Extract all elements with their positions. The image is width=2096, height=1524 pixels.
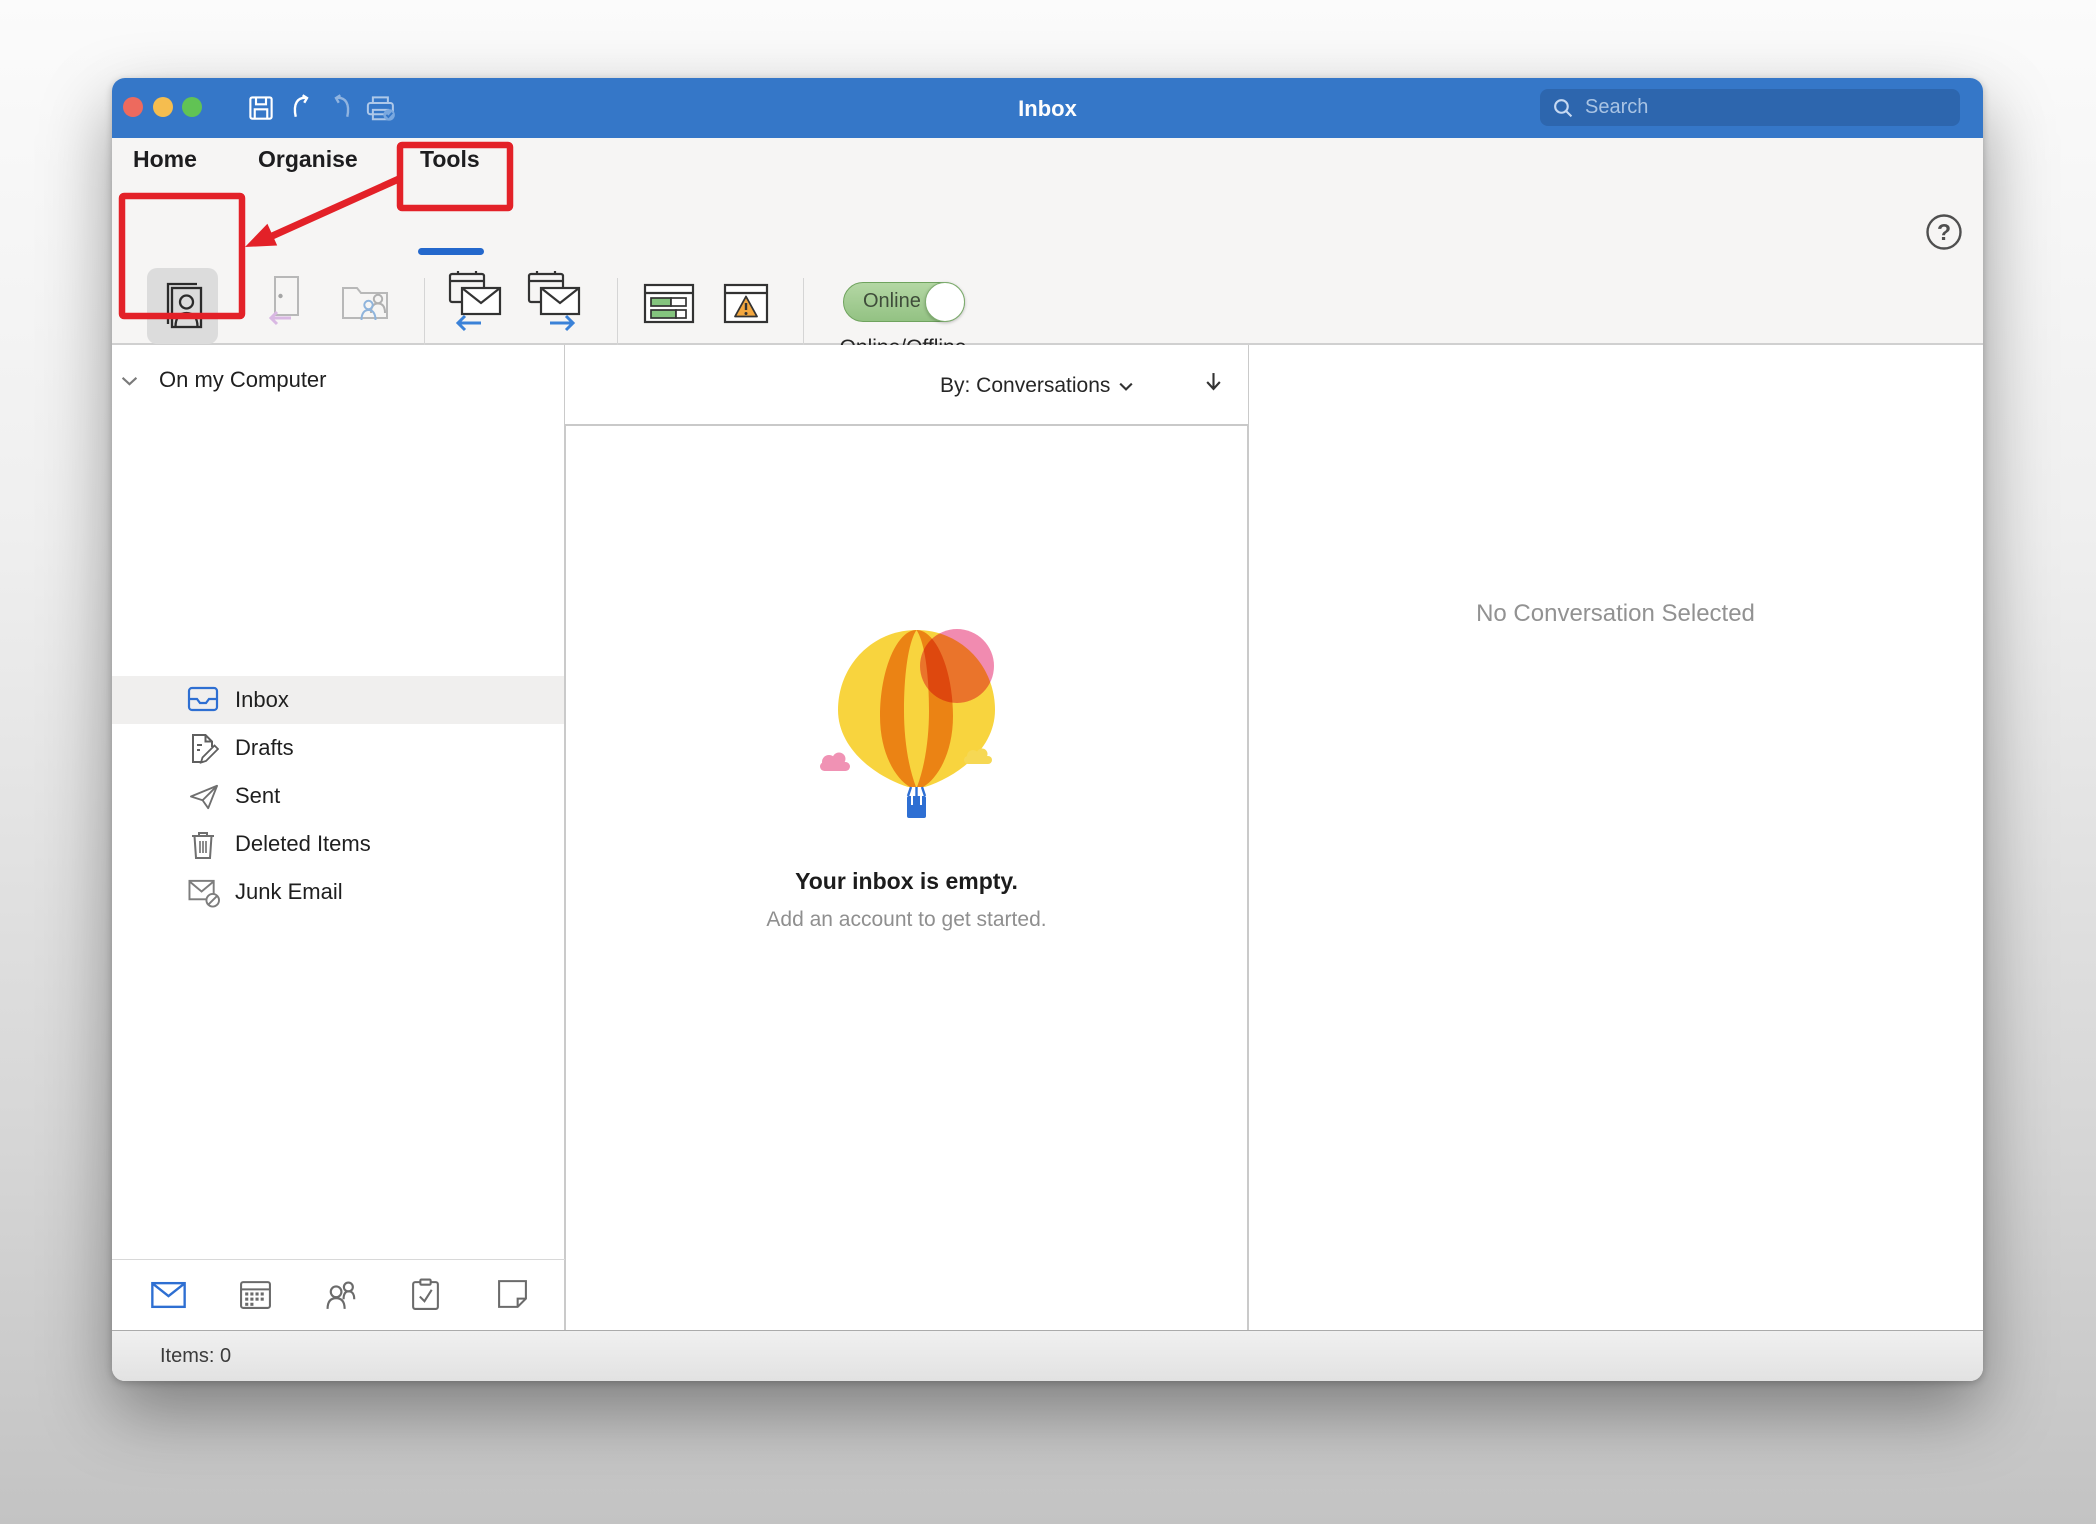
content-area: On my Computer Inbox Drafts Sent Deleted… <box>112 345 1983 1330</box>
sidebar-section-label: On my Computer <box>159 367 327 393</box>
tab-home[interactable]: Home <box>133 146 197 173</box>
sort-by-label: By: Conversations <box>940 374 1110 398</box>
sidebar-section-on-my-computer[interactable]: On my Computer <box>112 367 565 401</box>
sort-by-dropdown[interactable]: By: Conversations <box>940 374 1133 398</box>
sync-errors-icon[interactable] <box>723 283 769 325</box>
tasks-module-icon[interactable] <box>410 1278 441 1311</box>
accounts-icon <box>161 279 205 333</box>
empty-inbox-title: Your inbox is empty. <box>565 868 1248 895</box>
import-icon[interactable] <box>447 270 503 334</box>
titlebar: Inbox <box>112 78 1983 138</box>
search-icon <box>1552 97 1573 118</box>
drafts-icon <box>187 733 219 765</box>
sidebar-item-drafts[interactable]: Drafts <box>112 724 564 772</box>
toggle-knob[interactable] <box>925 282 965 322</box>
sidebar-item-label: Inbox <box>235 687 289 713</box>
mail-module-icon[interactable] <box>150 1281 187 1309</box>
pink-cloud <box>820 753 850 772</box>
list-header: By: Conversations <box>565 345 1248 426</box>
notes-module-icon[interactable] <box>496 1278 529 1311</box>
tab-tools[interactable]: Tools <box>420 146 480 173</box>
ribbon: Home Organise Tools Accounts Out of Offi… <box>112 138 1983 345</box>
bottom-nav-divider <box>112 1259 565 1260</box>
online-toggle-state: Online <box>863 290 921 313</box>
tab-organise[interactable]: Organise <box>258 146 358 173</box>
trash-icon <box>189 829 217 861</box>
hot-air-balloon-illustration <box>812 626 1002 831</box>
online-offline-toggle[interactable]: Online <box>843 282 965 322</box>
items-count: Items: 0 <box>160 1345 231 1368</box>
empty-inbox-subtitle: Add an account to get started. <box>565 908 1248 932</box>
people-module-icon[interactable] <box>324 1279 361 1311</box>
calendar-module-icon[interactable] <box>239 1279 272 1310</box>
sidebar-item-inbox[interactable]: Inbox <box>112 676 564 724</box>
chevron-down-icon <box>1119 382 1133 391</box>
pane-divider[interactable] <box>1247 345 1249 1330</box>
sidebar-item-sent[interactable]: Sent <box>112 772 564 820</box>
sidebar-item-deleted-items[interactable]: Deleted Items <box>112 820 564 868</box>
sidebar-item-label: Deleted Items <box>235 831 371 857</box>
sent-icon <box>187 783 221 811</box>
sync-status-icon[interactable] <box>643 283 695 325</box>
sidebar-item-label: Sent <box>235 783 280 809</box>
out-of-office-icon[interactable] <box>262 274 306 330</box>
no-conversation-placeholder: No Conversation Selected <box>1248 600 1983 628</box>
public-folders-icon[interactable] <box>340 280 390 326</box>
search-input[interactable] <box>1585 96 1948 119</box>
sidebar-item-label: Drafts <box>235 735 294 761</box>
sidebar-item-junk-email[interactable]: Junk Email <box>112 868 564 916</box>
outlook-window: Inbox Home Organise Tools Accounts Out o… <box>112 78 1983 1381</box>
search-box[interactable] <box>1540 89 1960 126</box>
export-icon[interactable] <box>526 270 582 334</box>
status-bar: Items: 0 <box>112 1330 1983 1381</box>
active-tab-underline <box>418 248 484 255</box>
svg-text:?: ? <box>1937 219 1951 245</box>
sidebar-item-label: Junk Email <box>235 879 343 905</box>
chevron-down-icon[interactable] <box>121 376 138 386</box>
sidebar-divider[interactable] <box>564 345 566 1330</box>
inbox-icon <box>187 685 219 713</box>
help-icon[interactable]: ? <box>1925 213 1963 251</box>
sort-direction-icon[interactable] <box>1205 372 1222 391</box>
junk-email-icon <box>187 877 221 908</box>
